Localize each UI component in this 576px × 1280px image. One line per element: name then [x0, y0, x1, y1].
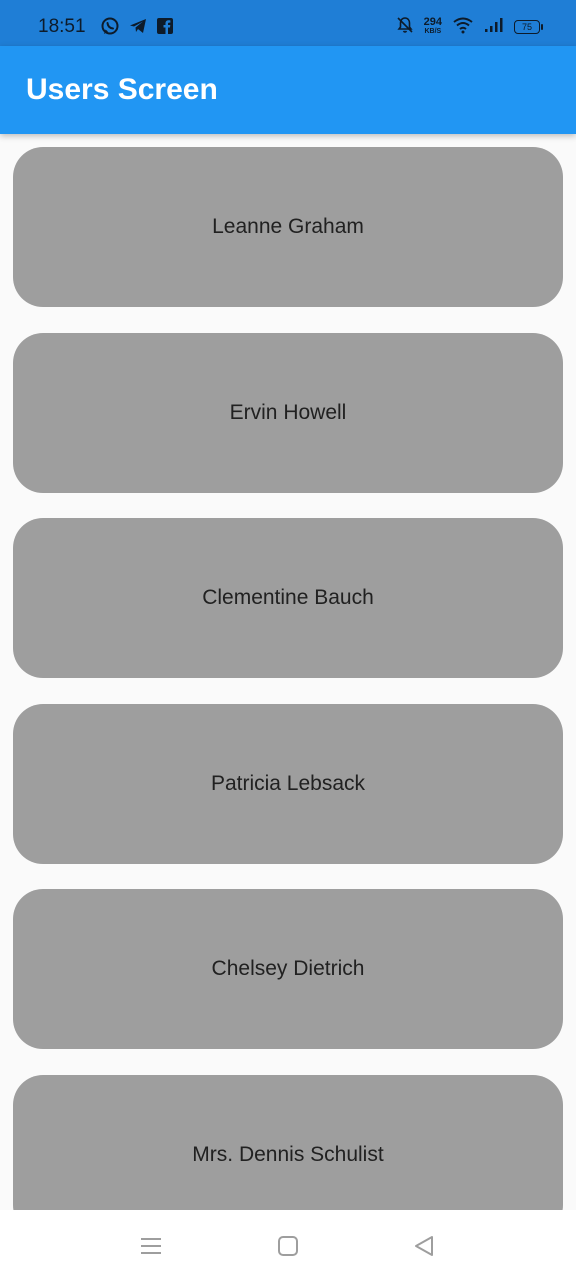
users-list[interactable]: Leanne Graham Ervin Howell Clementine Ba…: [0, 134, 576, 1210]
notification-icons: [100, 17, 174, 39]
user-name: Mrs. Dennis Schulist: [192, 1143, 384, 1166]
app-bar: Users Screen: [0, 46, 576, 134]
user-name: Chelsey Dietrich: [211, 957, 365, 980]
user-name: Patricia Lebsack: [210, 772, 366, 795]
page-title: Users Screen: [26, 73, 218, 106]
user-card[interactable]: Ervin Howell: [13, 333, 563, 493]
user-card[interactable]: Leanne Graham: [13, 147, 563, 307]
status-time: 18:51: [38, 16, 86, 37]
network-speed: 294 KB/S: [423, 16, 442, 36]
wifi-icon: [452, 16, 474, 39]
system-status-icons: 294 KB/S 75: [396, 14, 543, 40]
signal-icon: [484, 17, 504, 38]
home-square-icon[interactable]: [276, 1234, 300, 1258]
user-card[interactable]: Mrs. Dennis Schulist: [13, 1075, 563, 1210]
whatsapp-icon: [100, 16, 120, 41]
facebook-icon: [156, 17, 174, 40]
user-name: Leanne Graham: [212, 215, 364, 238]
user-name: Ervin Howell: [229, 401, 347, 424]
battery-icon: 75: [514, 20, 543, 34]
telegram-icon: [128, 16, 148, 41]
status-bar: 18:51 294 KB/S 75: [0, 0, 576, 46]
back-triangle-icon[interactable]: [412, 1234, 436, 1258]
menu-icon[interactable]: [139, 1234, 163, 1258]
user-card[interactable]: Clementine Bauch: [13, 518, 563, 678]
network-speed-unit: KB/S: [424, 28, 442, 35]
mute-bell-icon: [396, 16, 414, 39]
user-name: Clementine Bauch: [202, 586, 374, 609]
user-card[interactable]: Patricia Lebsack: [13, 704, 563, 864]
system-navigation-bar: [0, 1210, 576, 1280]
user-card[interactable]: Chelsey Dietrich: [13, 889, 563, 1049]
network-speed-value: 294: [423, 16, 442, 28]
